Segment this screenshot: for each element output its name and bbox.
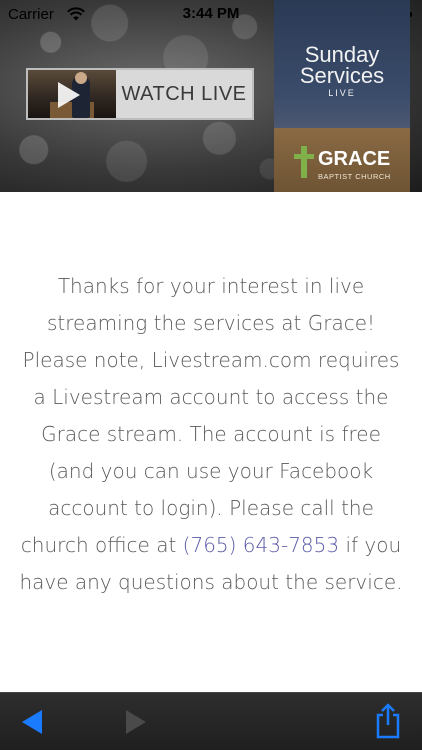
bottom-toolbar	[0, 692, 422, 750]
message-text-before: Thanks for your interest in live streami…	[20, 274, 400, 557]
back-arrow-icon[interactable]	[22, 710, 42, 734]
forward-arrow-icon	[126, 710, 146, 734]
header-banner: Carrier 3:44 PM WATCH LIVE Sunday Servic…	[0, 0, 422, 192]
services-heading: Sunday Services LIVE	[274, 42, 410, 99]
services-subtitle: LIVE	[328, 88, 356, 98]
services-title-line1: Sunday	[304, 42, 380, 67]
services-title-line2: Services	[299, 63, 385, 88]
cross-icon	[294, 146, 314, 178]
livestream-message: Thanks for your interest in live streami…	[18, 268, 404, 601]
watch-live-button[interactable]: WATCH LIVE	[26, 68, 254, 120]
watch-live-label: WATCH LIVE	[121, 82, 247, 105]
watch-live-thumbnail	[28, 70, 116, 118]
church-subtitle: BAPTIST CHURCH	[318, 172, 391, 181]
church-name: GRACE	[318, 148, 391, 170]
church-phone-link[interactable]: (765) 643-7853	[183, 533, 339, 557]
share-icon[interactable]	[374, 703, 402, 739]
play-icon	[58, 82, 80, 108]
church-logo-area: GRACE BAPTIST CHURCH	[274, 128, 410, 192]
sunday-services-card[interactable]: Sunday Services LIVE GRACE BAPTIST CHURC…	[274, 0, 410, 192]
